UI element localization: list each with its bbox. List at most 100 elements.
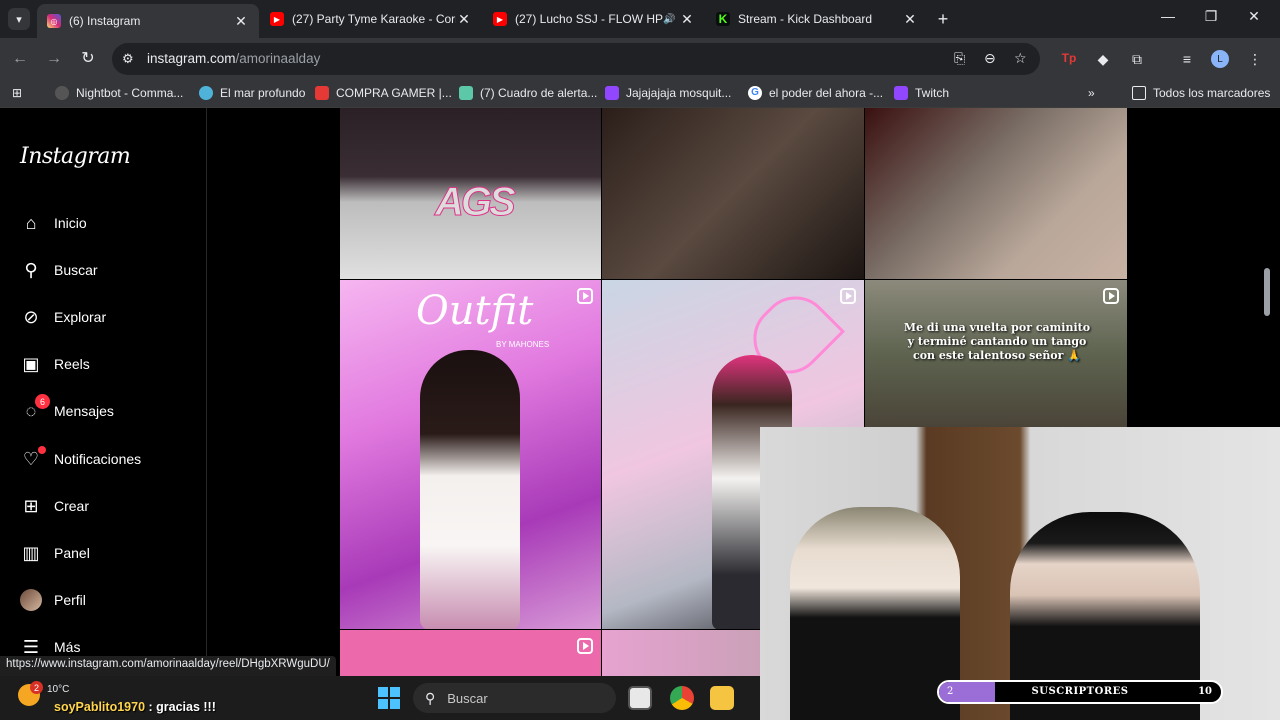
post-outfit-brand: BY MAHONES: [496, 340, 550, 349]
bookmark-twitch[interactable]: Twitch: [894, 86, 949, 100]
instagram-sidebar: Instagram ⌂ Inicio ⚲ Buscar ⊘ Explorar ▣ Ree…: [0, 108, 207, 676]
bookmarks-bar: ⊞ Nightbot - Comma... El mar profundo CO…: [0, 80, 1280, 108]
streamer-left-figure: [790, 507, 960, 720]
profile-avatar-image: [20, 589, 42, 611]
reel-icon: [840, 288, 856, 304]
reel-icon: [1103, 288, 1119, 304]
taskbar-search[interactable]: ⚲ Buscar: [413, 683, 616, 713]
zoom-icon[interactable]: ⊖: [984, 50, 996, 67]
bookmark-cuadro-de-alertas[interactable]: (7) Cuadro de alerta...: [459, 86, 597, 100]
weather-badge: 2: [30, 681, 43, 694]
nav-buscar[interactable]: ⚲ Buscar: [18, 255, 198, 285]
nav-notificaciones[interactable]: ♡ Notificaciones: [18, 444, 198, 474]
post-ags[interactable]: AGS: [340, 108, 601, 279]
post-ags-text: AGS: [435, 180, 517, 225]
extension-tp-icon[interactable]: Tp: [1060, 51, 1078, 65]
nav-explorar[interactable]: ⊘ Explorar: [18, 302, 198, 332]
nav-inicio[interactable]: ⌂ Inicio: [18, 208, 198, 238]
reload-icon[interactable]: ↻: [78, 49, 98, 69]
install-app-icon[interactable]: ⎘: [954, 50, 965, 67]
youtube-icon: ▶: [270, 12, 284, 26]
post-hands[interactable]: [865, 108, 1127, 279]
streamelements-icon: [459, 86, 473, 100]
wave-icon: [199, 86, 213, 100]
nav-panel[interactable]: ▥ Panel: [18, 538, 198, 568]
file-explorer-icon[interactable]: [710, 686, 734, 710]
bookmark-jajajaja[interactable]: Jajajajaja mosquit...: [605, 86, 731, 100]
window-close-icon[interactable]: ✕: [1231, 8, 1277, 25]
new-tab-icon[interactable]: +: [933, 9, 953, 30]
forward-icon[interactable]: →: [44, 49, 64, 69]
google-icon: G: [748, 86, 762, 100]
back-icon[interactable]: ←: [10, 49, 30, 69]
chrome-icon[interactable]: [670, 686, 694, 710]
close-tab-icon[interactable]: ✕: [679, 11, 695, 28]
nav-crear[interactable]: ⊞ Crear: [18, 491, 198, 521]
tab-strip: ▾ ◎ (6) Instagram ✕ ▶ (27) Party Tyme Ka…: [0, 0, 1280, 38]
tab-search-chevron-icon[interactable]: ▾: [8, 8, 30, 30]
tab-kick-dashboard[interactable]: K Stream - Kick Dashboard ✕: [706, 4, 928, 34]
page-scrollbar[interactable]: [1264, 268, 1270, 316]
kebab-menu-icon[interactable]: ⋮: [1246, 51, 1264, 68]
tab-party-tyme-karaoke[interactable]: ▶ (27) Party Tyme Karaoke - Corre ✕: [260, 4, 482, 34]
kick-icon: K: [716, 12, 730, 26]
post-outfit-reel[interactable]: Outfit BY MAHONES: [340, 280, 601, 629]
close-tab-icon[interactable]: ✕: [233, 13, 249, 30]
reel-icon: [577, 638, 593, 654]
nav-mensajes[interactable]: ◌ 6 Mensajes: [18, 394, 198, 426]
bookmark-el-poder-del-ahora[interactable]: Gel poder del ahora -...: [748, 86, 883, 100]
webcam-overlay: [760, 427, 1280, 720]
subscriber-goal-label: SUSCRIPTORES: [1031, 686, 1129, 697]
instagram-logo[interactable]: Instagram: [20, 144, 131, 169]
close-tab-icon[interactable]: ✕: [456, 11, 472, 28]
site-info-icon[interactable]: ⚙: [122, 51, 134, 67]
nav-perfil[interactable]: Perfil: [18, 585, 198, 615]
person-figure: [420, 350, 520, 629]
temperature: 10°C: [47, 684, 70, 695]
apps-grid-icon[interactable]: ⊞: [12, 86, 22, 100]
avatar: [18, 587, 44, 613]
compass-icon: ⊘: [23, 306, 39, 327]
home-icon: ⌂: [25, 212, 37, 233]
post-caminito-reel[interactable]: Me di una vuelta por caminito y terminé …: [865, 280, 1127, 427]
close-tab-icon[interactable]: ✕: [902, 11, 918, 28]
messenger-icon: ◌ 6: [18, 394, 50, 424]
reels-icon: ▣: [22, 353, 40, 374]
post-jacket[interactable]: [602, 108, 864, 279]
bookmark-star-icon[interactable]: ☆: [1014, 50, 1027, 67]
notification-dot: [38, 446, 46, 454]
windows-start-icon[interactable]: [378, 687, 400, 709]
all-bookmarks[interactable]: Todos los marcadores: [1132, 86, 1270, 100]
post-caption: Me di una vuelta por caminito y terminé …: [903, 321, 1091, 362]
tab-lucho-ssj[interactable]: ▶ (27) Lucho SSJ - FLOW HP ( 🔊 ✕: [483, 4, 705, 34]
chat-username: soyPablito1970: [54, 700, 146, 714]
profile-avatar[interactable]: L: [1211, 50, 1229, 68]
bookmark-compra-gamer[interactable]: COMPRA GAMER |...: [315, 86, 452, 100]
screen: ▾ ◎ (6) Instagram ✕ ▶ (27) Party Tyme Ka…: [0, 0, 1280, 720]
tab-instagram[interactable]: ◎ (6) Instagram ✕: [37, 4, 259, 38]
link-status-url: https://www.instagram.com/amorinaalday/r…: [0, 656, 336, 676]
restore-icon[interactable]: ❐: [1188, 8, 1234, 25]
nav-reels[interactable]: ▣ Reels: [18, 349, 198, 379]
task-view-icon[interactable]: [628, 686, 652, 710]
browser-toolbar: ← → ↻ ⚙ instagram.com/amorinaalday ⎘ ⊖ ☆…: [0, 38, 1280, 80]
speaker-icon[interactable]: 🔊: [663, 14, 679, 25]
extensions-puzzle-icon[interactable]: ⧉: [1128, 51, 1146, 68]
instagram-icon: ◎: [47, 14, 61, 28]
url-host: instagram.com: [147, 51, 236, 66]
post-pink-reel[interactable]: [340, 630, 601, 676]
subscriber-goal-bar: 2 SUSCRIPTORES 10: [937, 680, 1223, 704]
bookmark-el-mar-profundo[interactable]: El mar profundo: [199, 86, 305, 100]
post-outfit-title: Outfit: [416, 288, 534, 334]
extension-diamond-icon[interactable]: ◆: [1094, 51, 1112, 68]
media-control-icon[interactable]: ≡: [1178, 51, 1196, 67]
twitch-icon: [894, 86, 908, 100]
url-path: /amorinaalday: [235, 51, 321, 66]
more-bookmarks-chevron-icon[interactable]: »: [1088, 86, 1095, 100]
compra-gamer-icon: [315, 86, 329, 100]
minimize-icon[interactable]: —: [1145, 8, 1191, 24]
search-icon: ⚲: [24, 259, 38, 280]
bookmark-nightbot[interactable]: Nightbot - Comma...: [55, 86, 183, 100]
address-bar[interactable]: ⚙ instagram.com/amorinaalday ⎘ ⊖ ☆: [112, 43, 1040, 75]
folder-icon: [1132, 86, 1146, 100]
